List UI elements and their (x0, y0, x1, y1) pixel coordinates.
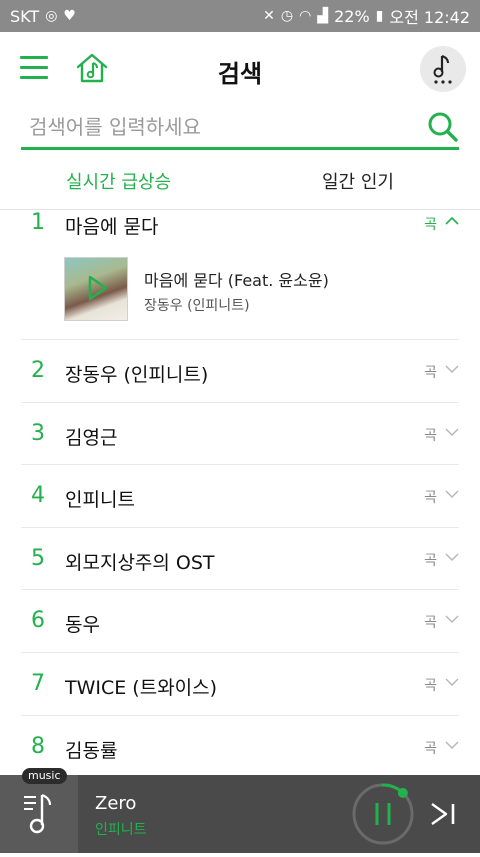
pause-icon (375, 803, 391, 825)
ranking-list: 1 마음에 묻다 곡 마음에 묻다 (Feat. 윤소윤) 장동우 (인피니트)… (0, 210, 480, 779)
keyword-label: 장동우 (인피니트) (65, 364, 209, 386)
chevron-up-icon[interactable] (445, 216, 459, 226)
rank-number: 5 (31, 545, 45, 571)
list-item[interactable]: 4 인피니트 곡 (21, 465, 459, 528)
type-label: 곡 (424, 365, 437, 381)
keyword-label: TWICE (트와이스) (65, 676, 218, 699)
chevron-down-icon[interactable] (445, 552, 459, 562)
rank-number: 1 (31, 210, 45, 235)
playlist-music-icon (24, 793, 52, 834)
type-label: 곡 (424, 490, 437, 507)
chevron-down-icon[interactable] (445, 489, 459, 499)
list-item[interactable]: 2 장동우 (인피니트) 곡 (21, 340, 459, 403)
list-item[interactable]: 7 TWICE (트와이스) 곡 (21, 653, 459, 716)
list-item[interactable]: 5 외모지상주의 OST 곡 (21, 528, 459, 591)
keyword-label: 인피니트 (65, 489, 135, 512)
rank-number: 8 (31, 733, 45, 759)
rank-number: 2 (31, 358, 45, 383)
chevron-down-icon[interactable] (445, 614, 459, 624)
chevron-down-icon[interactable] (445, 677, 459, 687)
search-input[interactable] (29, 110, 409, 144)
now-playing-artist: 인피니트 (95, 822, 147, 838)
status-bar: SKT ◎ ♥ ✕ ◷ ◠ ▟ 22% ▮ 오전 12:42 (0, 0, 480, 32)
song-artist: 장동우 (인피니트) (144, 298, 250, 314)
alarm-icon: ◷ (280, 8, 294, 24)
clock: 오전 12:42 (389, 8, 470, 27)
battery-percent: 22% (334, 6, 370, 26)
keyword-label: 마음에 묻다 (65, 216, 159, 238)
signal-icon: ▟ (317, 8, 329, 24)
rank-number: 3 (31, 420, 45, 446)
song-title: 마음에 묻다 (Feat. 윤소윤) (144, 271, 329, 290)
type-label: 곡 (424, 427, 437, 444)
notification-icon: ◎ (45, 8, 58, 24)
carrier-label: SKT (10, 6, 40, 26)
list-item[interactable]: 8 김동률 곡 (21, 716, 459, 779)
play-icon (88, 275, 108, 301)
playlist-button[interactable] (0, 775, 78, 853)
mute-icon: ✕ (263, 8, 275, 24)
type-label: 곡 (424, 740, 437, 757)
list-item[interactable]: 6 동우 곡 (21, 590, 459, 653)
chevron-down-icon[interactable] (445, 364, 459, 374)
type-label: 곡 (424, 217, 437, 233)
music-note-menu-icon[interactable] (420, 46, 466, 92)
tab-daily[interactable]: 일간 인기 (322, 168, 394, 194)
search-icon[interactable] (427, 111, 459, 143)
keyword-label: 외모지상주의 OST (65, 551, 215, 574)
mini-player: Zero 인피니트 (0, 775, 480, 853)
type-label: 곡 (424, 552, 437, 569)
chevron-down-icon[interactable] (445, 427, 459, 437)
type-label: 곡 (424, 677, 437, 694)
album-art[interactable] (64, 257, 128, 321)
type-label: 곡 (424, 615, 437, 632)
ranking-tabs: 실시간 급상승 일간 인기 (0, 152, 480, 210)
song-result[interactable]: 마음에 묻다 (Feat. 윤소윤) 장동우 (인피니트) (64, 257, 454, 323)
next-track-icon[interactable] (428, 801, 458, 827)
search-bar (21, 106, 459, 150)
keyword-label: 동우 (65, 614, 100, 637)
battery-icon: ▮ (375, 8, 384, 24)
music-badge: music (22, 768, 67, 784)
tab-realtime[interactable]: 실시간 급상승 (66, 168, 171, 194)
list-item[interactable]: 3 김영근 곡 (21, 403, 459, 466)
rank-number: 7 (31, 670, 45, 696)
app-header: 검색 (0, 32, 480, 108)
pause-button[interactable] (352, 783, 414, 845)
rank-number: 6 (31, 608, 45, 634)
rank-number: 4 (31, 483, 45, 509)
wifi-icon: ◠ (299, 8, 312, 24)
heart-icon: ♥ (63, 8, 76, 24)
keyword-label: 김동률 (65, 739, 118, 762)
now-playing-title: Zero (95, 793, 137, 814)
list-item-expanded: 1 마음에 묻다 곡 마음에 묻다 (Feat. 윤소윤) 장동우 (인피니트) (21, 210, 459, 340)
chevron-down-icon[interactable] (445, 740, 459, 750)
keyword-label: 김영근 (65, 426, 118, 449)
list-item-header[interactable]: 1 마음에 묻다 곡 (21, 210, 459, 240)
page-title: 검색 (217, 60, 263, 88)
progress-dot (397, 787, 408, 798)
